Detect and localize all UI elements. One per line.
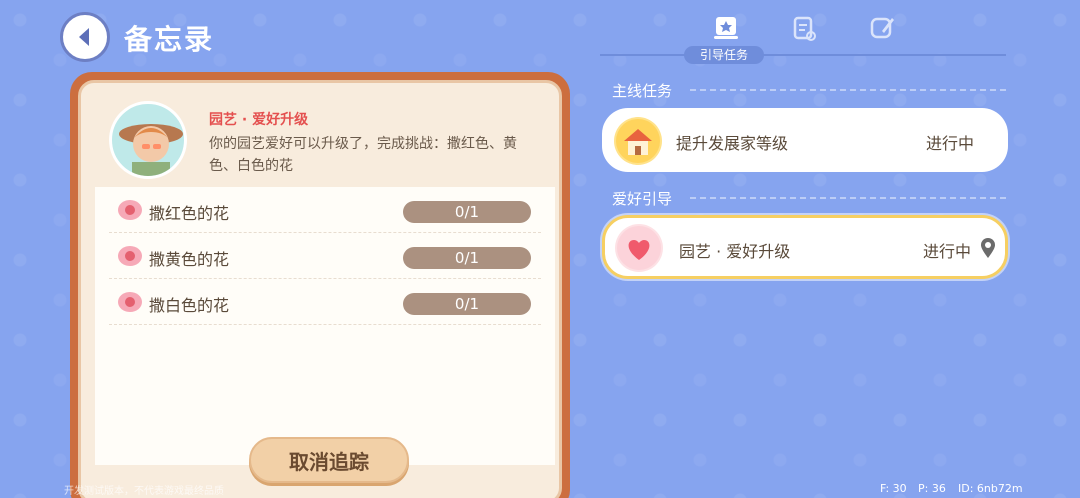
guide-icon[interactable] xyxy=(712,14,740,42)
flower-icon xyxy=(118,292,142,312)
disclaimer-text: 开发测试版本，不代表游戏最终品质 xyxy=(64,486,224,497)
quest-description: 你的园艺爱好可以升级了，完成挑战：撒红色、黄色、白色的花 xyxy=(209,136,517,174)
main-quest-name: 提升发展家等级 xyxy=(676,134,789,153)
clipboard-icon[interactable] xyxy=(790,14,818,42)
task-row: 撒黄色的花 0/1 xyxy=(109,233,541,279)
id-readout: ID: 6nb72m xyxy=(958,482,1023,495)
quest-name: 园艺 · 爱好升级 xyxy=(209,112,309,128)
fps-readout: F: 30 xyxy=(880,482,907,495)
task-progress: 0/1 xyxy=(403,293,531,315)
hobby-quest-card[interactable]: 园艺 · 爱好升级 进行中 xyxy=(602,215,1008,279)
hobby-guide-section-title: 爱好引导 xyxy=(612,190,673,208)
main-quest-status: 进行中 xyxy=(925,134,974,153)
task-progress: 0/1 xyxy=(403,201,531,223)
chevron-left-icon xyxy=(79,28,89,46)
avatar xyxy=(109,101,187,179)
cancel-tracking-button[interactable]: 取消追踪 xyxy=(249,437,409,483)
main-quest-card[interactable]: 提升发展家等级 进行中 xyxy=(602,108,1008,172)
heart-icon xyxy=(615,224,663,272)
tab-guide-tasks[interactable]: 引导任务 xyxy=(684,46,764,64)
quest-detail-panel: 园艺 · 爱好升级 你的园艺爱好可以升级了，完成挑战：撒红色、黄色、白色的花 撒… xyxy=(70,72,570,498)
house-icon xyxy=(614,117,662,165)
task-label: 撒白色的花 xyxy=(149,296,230,315)
task-row: 撒红色的花 0/1 xyxy=(109,187,541,233)
task-progress: 0/1 xyxy=(403,247,531,269)
location-pin-icon[interactable] xyxy=(979,237,997,259)
task-label: 撒红色的花 xyxy=(149,204,230,223)
back-button[interactable] xyxy=(60,12,110,62)
section-divider xyxy=(690,197,1006,199)
ping-readout: P: 36 xyxy=(918,482,946,495)
hobby-quest-name: 园艺 · 爱好升级 xyxy=(679,242,791,261)
flower-icon xyxy=(118,200,142,220)
task-list: 撒红色的花 0/1 撒黄色的花 0/1 撒白色的花 0/1 xyxy=(95,187,555,465)
page-title: 备忘录 xyxy=(124,23,215,56)
section-divider xyxy=(690,89,1006,91)
flower-icon xyxy=(118,246,142,266)
main-quest-section-title: 主线任务 xyxy=(612,82,673,100)
tab-divider xyxy=(600,54,1006,56)
task-row: 撒白色的花 0/1 xyxy=(109,279,541,325)
edit-icon[interactable] xyxy=(868,14,896,42)
quest-detail-inner: 园艺 · 爱好升级 你的园艺爱好可以升级了，完成挑战：撒红色、黄色、白色的花 撒… xyxy=(78,80,562,498)
task-label: 撒黄色的花 xyxy=(149,250,230,269)
hobby-quest-status: 进行中 xyxy=(922,242,971,261)
